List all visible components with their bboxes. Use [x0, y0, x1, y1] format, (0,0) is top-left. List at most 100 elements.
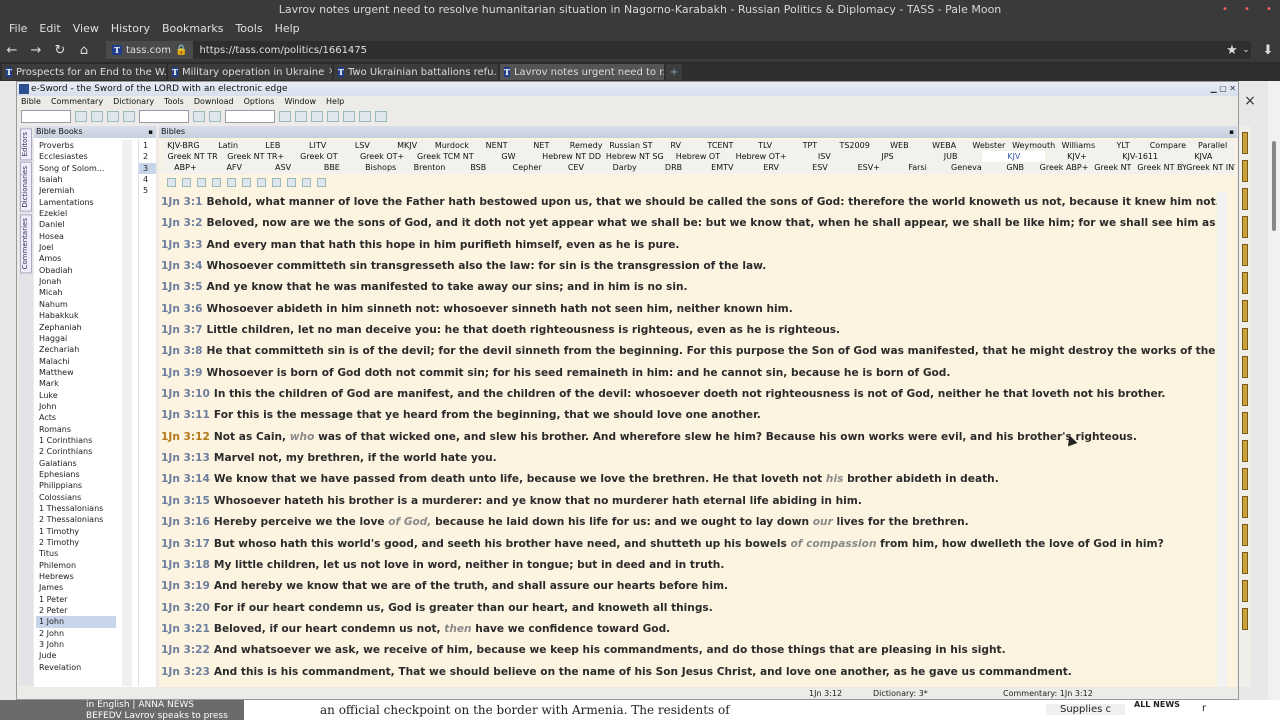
book-item[interactable]: Ezekiel [36, 208, 116, 219]
version-tab[interactable]: Greek OT+ [351, 151, 414, 162]
version-tab[interactable]: ABP+ [161, 162, 210, 173]
book-item[interactable]: 1 Timothy [36, 526, 116, 537]
find-icon[interactable] [197, 177, 206, 187]
version-tab[interactable]: Greek OT [287, 151, 350, 162]
version-tab[interactable]: RV [653, 140, 698, 151]
version-tab[interactable]: YLT [1101, 140, 1146, 151]
version-tab[interactable]: TS2009 [832, 140, 877, 151]
version-tab[interactable]: LITV [295, 140, 340, 151]
chapter-item[interactable]: 3 [139, 162, 156, 175]
url-bar[interactable]: Ttass.com 🔒 https://tass.com/politics/166… [106, 41, 1251, 59]
book-item[interactable]: Zephaniah [36, 322, 116, 333]
book-item[interactable]: Haggai [36, 333, 116, 344]
version-tab[interactable]: WEBA [922, 140, 967, 151]
version-tab[interactable]: Parallel [1190, 140, 1235, 151]
book-item[interactable]: Isaiah [36, 174, 116, 185]
verse-text-area[interactable]: 1Jn 3:1 Behold, what manner of love the F… [159, 192, 1217, 687]
version-tab[interactable]: TCENT [698, 140, 743, 151]
back-icon[interactable] [91, 110, 103, 122]
version-tab[interactable]: ASV [259, 162, 308, 173]
verse-row[interactable]: 1Jn 3:15 Whosoever hateth his brother is … [161, 491, 1217, 512]
version-tab[interactable]: TPT [788, 140, 833, 151]
menu-view[interactable]: View [68, 20, 104, 38]
highlight-icon[interactable] [209, 110, 221, 122]
verse-row[interactable]: 1Jn 3:2 Beloved, now are we the sons of G… [161, 213, 1217, 234]
maximize-icon[interactable]: • [1236, 0, 1258, 20]
version-tab[interactable]: MKJV [385, 140, 430, 151]
version-tab[interactable]: ESV+ [844, 162, 893, 173]
scroll-icon[interactable] [1242, 524, 1248, 546]
verse-row[interactable]: 1Jn 3:13 Marvel not, my brethren, if the … [161, 448, 1217, 469]
scroll-icon[interactable] [1242, 160, 1248, 182]
search-icon[interactable] [182, 177, 191, 187]
version-tab[interactable]: Greek NT INT+ [1186, 162, 1235, 173]
verse-row[interactable]: 1Jn 3:17 But whoso hath this world's good… [161, 534, 1217, 555]
book-item[interactable]: Zechariah [36, 344, 116, 355]
version-tab[interactable]: KJV-1611 [1109, 151, 1172, 162]
book-item[interactable]: Romans [36, 424, 116, 435]
menu-file[interactable]: File [4, 20, 32, 38]
book-item[interactable]: Revelation [36, 662, 116, 673]
verse-ref[interactable]: 1Jn 3:10 [161, 388, 210, 400]
scroll-icon[interactable] [1242, 216, 1248, 238]
verse-ref[interactable]: 1Jn 3:1 [161, 196, 203, 208]
scroll-icon[interactable] [1242, 244, 1248, 266]
verse-ref[interactable]: 1Jn 3:3 [161, 239, 203, 251]
version-tab[interactable]: Cepher [503, 162, 552, 173]
menu-edit[interactable]: Edit [34, 20, 65, 38]
chapter-item[interactable]: 5 [139, 185, 156, 196]
list-icon[interactable] [287, 177, 296, 187]
scroll-icon[interactable] [1242, 188, 1248, 210]
book-item[interactable]: 1 Peter [36, 594, 116, 605]
book-item[interactable]: Amos [36, 253, 116, 264]
version-tab[interactable]: Hebrew NT SG [603, 151, 666, 162]
related-article-snippet[interactable]: Supplies c [1046, 704, 1125, 715]
book-item[interactable]: 2 Peter [36, 605, 116, 616]
book-item[interactable]: Nahum [36, 299, 116, 310]
book-item[interactable]: Ecclesiastes [36, 151, 116, 162]
version-tab[interactable]: Murdock [430, 140, 475, 151]
book-item[interactable]: Ephesians [36, 469, 116, 480]
version-tab[interactable]: JUB [919, 151, 982, 162]
verse-ref[interactable]: 1Jn 3:17 [161, 538, 210, 550]
home-icon[interactable]: ⌂ [72, 43, 96, 58]
verse-row[interactable]: 1Jn 3:12 Not as Cain, who was of that wic… [161, 427, 1217, 448]
version-tab[interactable]: KJVA [1172, 151, 1235, 162]
es-menu-help[interactable]: Help [326, 96, 344, 108]
verse-row[interactable]: 1Jn 3:20 For if our heart condemn us, God… [161, 598, 1217, 619]
book-item[interactable]: Proverbs [36, 140, 116, 151]
verse-row[interactable]: 1Jn 3:23 And this is his commandment, Tha… [161, 662, 1217, 683]
book-item[interactable]: Song of Solom... [36, 163, 116, 174]
verse-ref[interactable]: 1Jn 3:20 [161, 602, 210, 614]
esword-window-controls[interactable]: ▁ ▢ ✕ [1211, 82, 1237, 96]
scrollbar-thumb[interactable] [1272, 141, 1276, 231]
book-item[interactable]: 2 John [36, 628, 116, 639]
minimize-icon[interactable]: • [1214, 0, 1236, 20]
version-tab[interactable]: GW [477, 151, 540, 162]
version-tab[interactable]: DRB [649, 162, 698, 173]
tab-lavrov[interactable]: TLavrov notes urgent need to r...✕ [500, 64, 664, 80]
scroll-icon[interactable] [1242, 580, 1248, 602]
scroll-icon[interactable] [1242, 384, 1248, 406]
chapter-list[interactable]: 12345 [138, 140, 156, 686]
scroll-icon[interactable] [1242, 496, 1248, 518]
verse-ref[interactable]: 1Jn 3:4 [161, 260, 203, 272]
book-item[interactable]: Lamentations [36, 197, 116, 208]
es-menu-options[interactable]: Options [244, 96, 275, 108]
book-item[interactable]: 1 Corinthians [36, 435, 116, 446]
editors-tab[interactable]: Editors [20, 128, 32, 161]
version-tab[interactable]: Remedy [564, 140, 609, 151]
version-tab[interactable]: Hebrew NT DD [540, 151, 603, 162]
version-tab[interactable]: Hebrew OT+ [730, 151, 793, 162]
chevron-down-icon[interactable]: ⌄ [1234, 45, 1258, 55]
verse-ref[interactable]: 1Jn 3:21 [161, 623, 210, 635]
verse-row[interactable]: 1Jn 3:5 And ye know that he was manifeste… [161, 277, 1217, 298]
book-item[interactable]: Jeremiah [36, 185, 116, 196]
book-item[interactable]: Obadiah [36, 265, 116, 276]
back-icon[interactable]: ← [0, 43, 24, 58]
scroll-icon[interactable] [1242, 552, 1248, 574]
verse-row[interactable]: 1Jn 3:16 Hereby perceive we the love of G… [161, 512, 1217, 533]
verse-row[interactable]: 1Jn 3:8 He that committeth sin is of the … [161, 341, 1217, 362]
book-item[interactable]: 1 John [36, 616, 116, 628]
copy-icon[interactable] [227, 177, 236, 187]
